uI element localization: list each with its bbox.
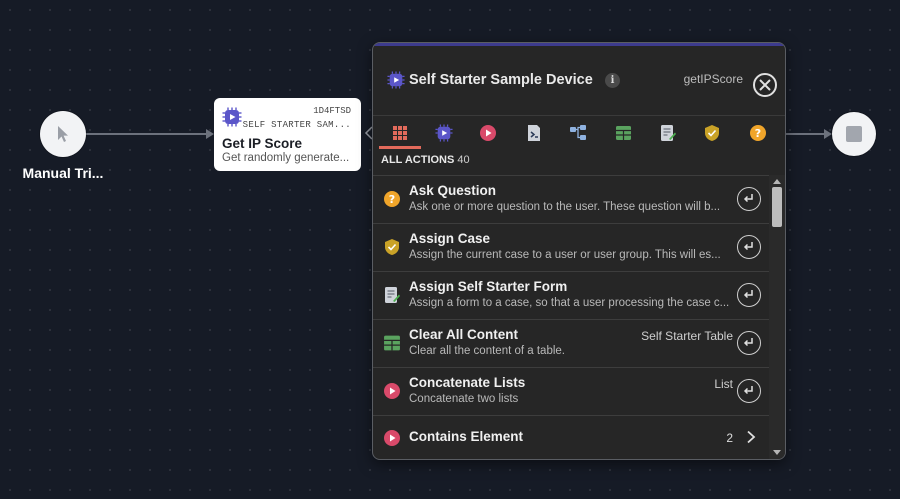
action-item-title: Assign Self Starter Form bbox=[409, 279, 568, 294]
table-icon bbox=[384, 335, 400, 351]
action-item-description: Assign a form to a case, so that a user … bbox=[409, 297, 730, 309]
table-icon bbox=[615, 126, 631, 140]
node-title: Get IP Score bbox=[222, 136, 303, 151]
action-item-description: Concatenate two lists bbox=[409, 393, 519, 405]
scrollbar-thumb[interactable] bbox=[772, 187, 782, 227]
device-chip-icon bbox=[435, 124, 453, 142]
enter-arrow-icon bbox=[743, 338, 753, 347]
action-node-card[interactable]: 1D4FTSD SELF STARTER SAM... Get IP Score… bbox=[214, 98, 361, 171]
action-item-clear-all-content[interactable]: Clear All Content Clear all the content … bbox=[373, 319, 769, 368]
insert-action-button[interactable] bbox=[737, 331, 761, 355]
grid-icon bbox=[393, 126, 407, 140]
action-item-title: Assign Case bbox=[409, 231, 491, 246]
action-item-tag: Self Starter Table bbox=[641, 329, 733, 343]
code-icon bbox=[528, 125, 540, 141]
action-item-variant-count: 2 bbox=[726, 431, 733, 445]
trigger-label: Manual Tri... bbox=[22, 165, 104, 181]
question-icon: ? bbox=[750, 125, 766, 141]
tab-question[interactable]: ? bbox=[747, 122, 769, 144]
action-item-contains-element[interactable]: Contains Element 2 bbox=[373, 415, 769, 459]
svg-text:?: ? bbox=[755, 127, 761, 140]
panel-action-id: getIPScore bbox=[683, 72, 743, 86]
device-chip-icon bbox=[222, 107, 242, 127]
question-icon: ? bbox=[384, 191, 400, 207]
insert-action-button[interactable] bbox=[737, 235, 761, 259]
insert-action-button[interactable] bbox=[737, 187, 761, 211]
list-icon bbox=[480, 125, 496, 141]
tab-code[interactable] bbox=[523, 122, 545, 144]
edge-panel-to-end bbox=[784, 133, 824, 135]
form-icon bbox=[661, 125, 676, 141]
action-item-ask-question[interactable]: ? Ask Question Ask one or more question … bbox=[373, 175, 769, 224]
tab-shield[interactable] bbox=[701, 122, 723, 144]
list-icon bbox=[384, 383, 400, 399]
device-chip-icon bbox=[387, 71, 405, 89]
actions-count-number: 40 bbox=[457, 154, 470, 166]
action-item-assign-form[interactable]: Assign Self Starter Form Assign a form t… bbox=[373, 271, 769, 320]
tab-workflow[interactable] bbox=[567, 122, 589, 144]
insert-action-button[interactable] bbox=[737, 379, 761, 403]
end-node[interactable] bbox=[832, 112, 876, 156]
action-list: ? Ask Question Ask one or more question … bbox=[373, 175, 769, 459]
info-icon[interactable]: i bbox=[605, 73, 620, 88]
close-button[interactable] bbox=[753, 73, 777, 97]
shield-icon bbox=[385, 239, 399, 255]
action-item-title: Clear All Content bbox=[409, 327, 519, 342]
scroll-up-arrow-icon[interactable] bbox=[773, 179, 781, 184]
panel-header: Self Starter Sample Device i getIPScore bbox=[373, 46, 785, 116]
tab-device[interactable] bbox=[433, 122, 455, 144]
arrowhead-icon bbox=[824, 129, 832, 139]
action-item-tag: List bbox=[714, 377, 733, 391]
action-item-concatenate-lists[interactable]: Concatenate Lists Concatenate two lists … bbox=[373, 367, 769, 416]
action-item-title: Contains Element bbox=[409, 429, 524, 444]
scroll-down-arrow-icon[interactable] bbox=[773, 450, 781, 455]
action-item-title: Ask Question bbox=[409, 183, 497, 198]
tab-list[interactable] bbox=[477, 122, 499, 144]
active-tab-indicator bbox=[379, 146, 421, 149]
action-picker-panel: Self Starter Sample Device i getIPScore bbox=[372, 42, 786, 460]
workflow-icon bbox=[570, 125, 586, 140]
enter-arrow-icon bbox=[743, 242, 753, 251]
action-item-description: Ask one or more question to the user. Th… bbox=[409, 201, 721, 213]
node-id-code: 1D4FTSD bbox=[313, 106, 351, 116]
stop-icon bbox=[846, 126, 862, 142]
node-description: Get randomly generate... bbox=[222, 152, 350, 164]
list-icon bbox=[384, 430, 400, 446]
actions-count-label: ALL ACTIONS bbox=[381, 154, 455, 166]
enter-arrow-icon bbox=[743, 194, 753, 203]
cursor-icon bbox=[58, 126, 68, 142]
svg-text:?: ? bbox=[389, 193, 395, 206]
chevron-right-icon[interactable] bbox=[745, 430, 757, 444]
enter-arrow-icon bbox=[743, 386, 753, 395]
action-item-title: Concatenate Lists bbox=[409, 375, 526, 390]
tab-all-actions[interactable] bbox=[389, 122, 411, 144]
manual-trigger-node[interactable] bbox=[40, 111, 86, 157]
edge-trigger-to-node bbox=[86, 133, 206, 135]
category-tabs: ? bbox=[373, 115, 785, 150]
enter-arrow-icon bbox=[743, 290, 753, 299]
action-item-assign-case[interactable]: Assign Case Assign the current case to a… bbox=[373, 223, 769, 272]
form-icon bbox=[385, 287, 400, 303]
panel-title: Self Starter Sample Device bbox=[409, 72, 593, 88]
tab-table[interactable] bbox=[612, 122, 634, 144]
actions-count: ALL ACTIONS 40 bbox=[381, 154, 470, 166]
insert-action-button[interactable] bbox=[737, 283, 761, 307]
tab-form[interactable] bbox=[657, 122, 679, 144]
shield-icon bbox=[705, 125, 719, 141]
action-item-description: Assign the current case to a user or use… bbox=[409, 249, 721, 261]
arrowhead-icon bbox=[206, 129, 214, 139]
list-scrollbar[interactable] bbox=[769, 175, 785, 459]
close-icon bbox=[759, 79, 771, 91]
node-vendor: SELF STARTER SAM... bbox=[242, 120, 351, 130]
action-item-description: Clear all the content of a table. bbox=[409, 345, 565, 357]
